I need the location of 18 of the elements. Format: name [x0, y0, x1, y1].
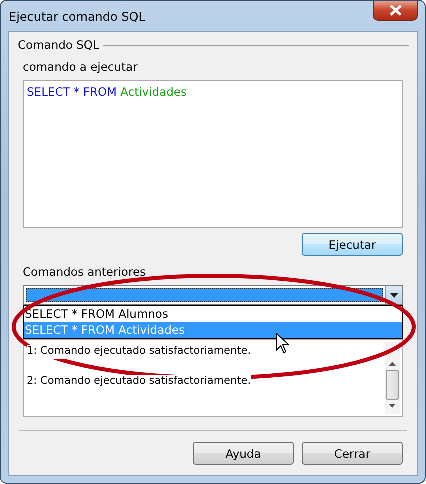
history-dropdown[interactable] [23, 285, 403, 305]
scroll-down-icon[interactable] [389, 404, 396, 408]
command-label: comando a ejecutar [23, 60, 138, 74]
caret-icon [390, 292, 398, 298]
dropdown-option[interactable]: SELECT * FROM Alumnos [24, 306, 402, 322]
scroll-up-icon[interactable] [389, 362, 396, 366]
dialog-button[interactable]: Cerrar [302, 442, 403, 465]
dropdown-arrow-button[interactable] [385, 286, 402, 304]
group-title: Comando SQL [18, 38, 100, 52]
execute-button[interactable]: Ejecutar [302, 233, 403, 256]
dialog-button[interactable]: Ayuda [193, 442, 294, 465]
scrollbar[interactable] [385, 342, 400, 414]
close-icon [390, 5, 402, 16]
window-title: Ejecutar comando SQL [9, 10, 146, 24]
history-label: Comandos anteriores [23, 265, 146, 279]
command-input-field[interactable]: SELECT * FROM Actividades [23, 80, 403, 228]
close-button[interactable] [373, 1, 418, 21]
scrollbar-thumb[interactable] [386, 370, 399, 400]
